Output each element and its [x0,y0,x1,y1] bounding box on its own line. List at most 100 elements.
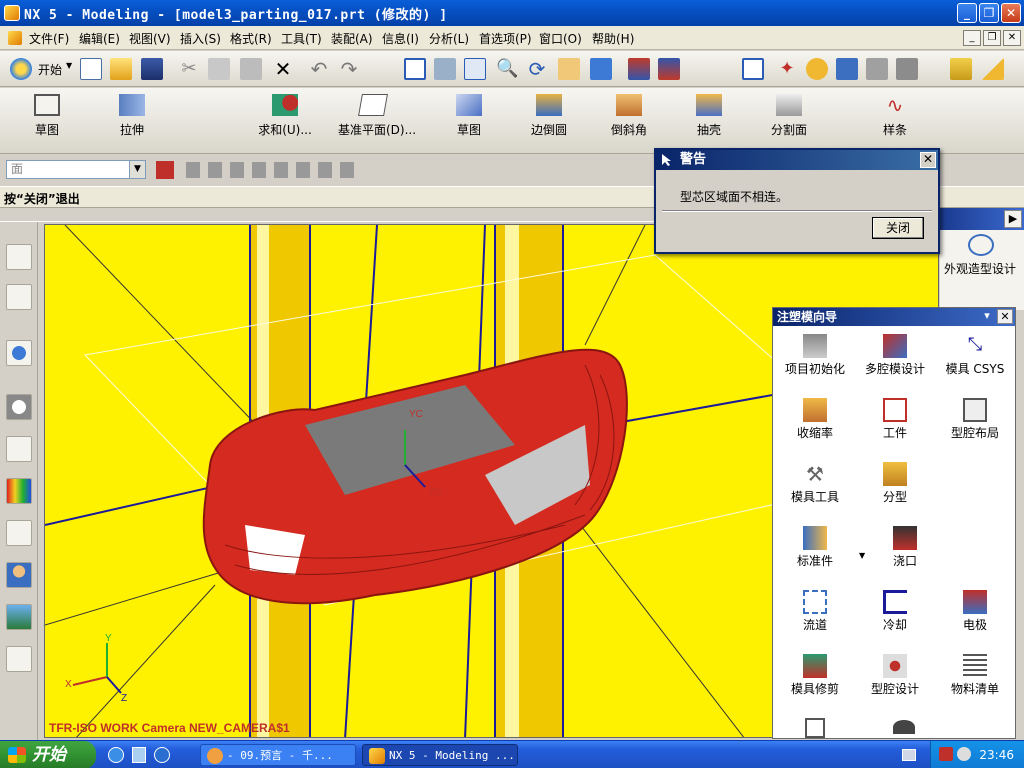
project-init-button[interactable]: 项目初始化 [775,328,855,388]
shaded-view-icon[interactable] [590,58,612,80]
undo-icon[interactable]: ↶ [308,58,330,80]
volume-icon[interactable] [957,747,971,761]
open-folder-icon[interactable] [110,58,132,80]
menu-analysis[interactable]: 分析(L) [429,30,469,47]
save-icon[interactable] [141,58,163,80]
web-browser-icon[interactable] [6,340,32,366]
process-icon[interactable] [6,520,32,546]
redo-icon[interactable]: ↷ [338,58,360,80]
copy-icon[interactable] [208,58,230,80]
electrode-button[interactable]: 电极 [935,584,1015,644]
warning-dialog-title-bar[interactable]: 警告 ✕ [656,150,938,170]
close-icon[interactable]: ✕ [920,152,936,168]
menu-view[interactable]: 视图(V) [129,30,171,47]
display-icon[interactable] [836,58,858,80]
parting-button[interactable]: 分型 [855,456,935,516]
layer-icon[interactable] [628,58,650,80]
gate-button[interactable]: 浇口 [865,520,945,580]
tray-app-icon[interactable] [939,747,953,761]
fit-view-icon[interactable] [404,58,426,80]
reuse-library-icon[interactable] [6,436,32,462]
shrinkage-button[interactable]: 收缩率 [775,392,855,452]
media-icon[interactable] [154,747,170,763]
multi-cavity-button[interactable]: 多腔模设计 [855,328,935,388]
divide-face-tool-button[interactable]: 分割面 [754,92,824,148]
close-icon[interactable]: ✕ [997,309,1013,324]
cooling-button[interactable]: 冷却 [855,584,935,644]
zoom-icon[interactable] [464,58,486,80]
cavity-design-button[interactable]: 型腔设计 [855,648,935,708]
select-icon[interactable] [742,58,764,80]
menu-insert[interactable]: 插入(S) [180,30,221,47]
assembly-navigator-icon[interactable] [6,244,32,270]
spline-tool-button[interactable]: ∿ 样条 [860,92,930,148]
drawing-icon[interactable] [805,718,825,738]
standard-parts-button[interactable]: 标准件 [775,520,855,580]
edge-blend-tool-button[interactable]: 边倒圆 [514,92,584,148]
feature-icon[interactable] [866,58,888,80]
start-icon[interactable] [10,58,32,80]
chevron-down-icon[interactable]: ▾ [979,309,995,324]
sketch-tool-button[interactable]: 草图 [12,92,82,148]
ie-icon[interactable] [108,747,124,763]
start-button[interactable]: 开始 [0,741,96,768]
menu-tools[interactable]: 工具(T) [281,30,322,47]
taskbar-item-nx[interactable]: NX 5 - Modeling ... [362,744,518,766]
menu-format[interactable]: 格式(R) [230,30,272,47]
menu-edit[interactable]: 编辑(E) [79,30,120,47]
snap-point-icon[interactable]: ✦ [776,58,798,80]
extrude-tool-button[interactable]: 拉伸 [97,92,167,148]
menu-assembly[interactable]: 装配(A) [331,30,373,47]
pan-icon[interactable] [558,58,580,80]
snap-toolbar-icons[interactable] [186,162,356,178]
taskbar-item-music[interactable]: - 09.预言 - 千... [200,744,356,766]
studio-design-label[interactable]: 外观造型设计 [944,260,1016,277]
explorer-icon[interactable] [132,747,146,763]
zoom-window-icon[interactable] [434,58,456,80]
menu-window[interactable]: 窗口(O) [539,30,582,47]
selection-intent-icon[interactable] [156,161,174,179]
start-menu-button[interactable]: 开始 [38,61,62,78]
mold-trim-button[interactable]: 模具修剪 [775,648,855,708]
doc-icon[interactable] [8,31,22,45]
new-file-icon[interactable] [80,58,102,80]
system-scenes-icon[interactable] [6,604,32,630]
angle-icon[interactable] [982,58,1004,80]
rotate-icon[interactable]: ⟳ [526,58,548,80]
magnify-icon[interactable]: 🔍 [496,58,518,80]
close-button[interactable]: ✕ [1001,3,1021,23]
view-manager-icon[interactable] [893,720,915,734]
menu-help[interactable]: 帮助(H) [592,30,634,47]
datum-plane-tool-button[interactable]: 基准平面(D)... [338,92,416,148]
delete-icon[interactable]: ✕ [272,58,294,80]
restore-button[interactable]: ❐ [979,3,999,23]
title-bar[interactable]: NX 5 - Modeling - [model3_parting_017.pr… [0,0,1024,26]
cut-icon[interactable]: ✂ [178,58,200,80]
roles-icon[interactable] [6,562,32,588]
start-dropdown-icon[interactable]: ▼ [66,61,72,70]
menu-file[interactable]: 文件(F) [29,30,69,47]
palette-icon[interactable] [6,478,32,504]
minimize-button[interactable]: _ [957,3,977,23]
type-filter-select[interactable]: 面 ▼ [6,160,146,179]
ruler-icon[interactable] [950,58,972,80]
close-button[interactable]: 关闭 [872,217,924,239]
part-navigator-icon[interactable] [6,284,32,310]
menu-info[interactable]: 信息(I) [382,30,419,47]
mold-tools-button[interactable]: ⚒ 模具工具 [775,456,855,516]
history-icon[interactable] [6,394,32,420]
workpiece-button[interactable]: 工件 [855,392,935,452]
sketch-tool-button-2[interactable]: 草图 [434,92,504,148]
nx-app-icon[interactable] [4,5,20,21]
chevron-right-icon[interactable]: ▶ [1004,210,1022,228]
mdi-close-button[interactable]: ✕ [1003,30,1021,46]
shell-tool-button[interactable]: 抽壳 [674,92,744,148]
blank-tab-icon[interactable] [6,646,32,672]
keyboard-icon[interactable] [902,749,916,761]
mold-wizard-title-bar[interactable]: 注塑模向导 ▾ ✕ [773,308,1015,326]
chamfer-tool-button[interactable]: 倒斜角 [594,92,664,148]
layer-settings-icon[interactable] [658,58,680,80]
mdi-restore-button[interactable]: ❐ [983,30,1001,46]
bom-button[interactable]: 物料清单 [935,648,1015,708]
studio-design-icon[interactable] [968,234,994,256]
